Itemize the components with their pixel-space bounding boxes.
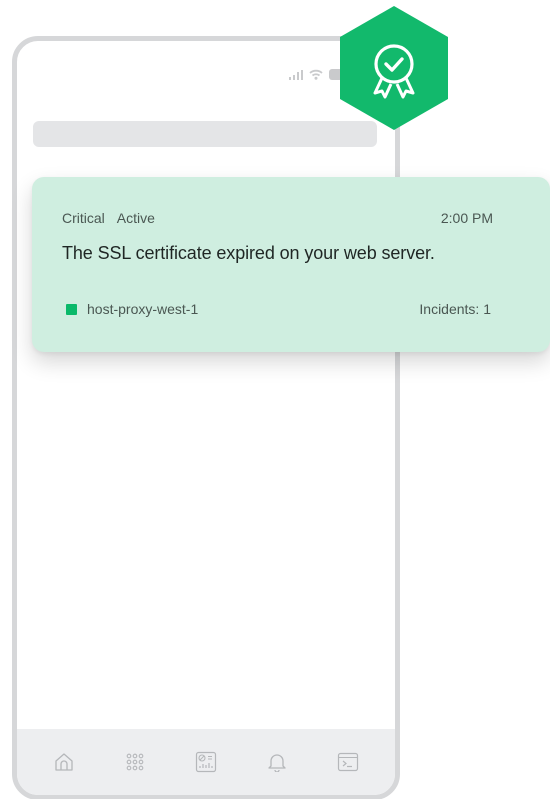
nav-home-button[interactable]: [47, 745, 81, 779]
bell-icon: [267, 752, 287, 772]
dashboard-icon: [195, 751, 217, 773]
phone-frame: [12, 36, 400, 799]
host-link[interactable]: host-proxy-west-1: [66, 301, 198, 317]
terminal-icon: [337, 752, 359, 772]
host-name: host-proxy-west-1: [87, 301, 199, 317]
state-label: Active: [116, 210, 155, 226]
notification-message: The SSL certificate expired on your web …: [62, 243, 435, 263]
signal-icon: [289, 69, 303, 80]
nav-dashboard-button[interactable]: [189, 745, 223, 779]
incidents-count: Incidents: 1: [419, 301, 491, 317]
nav-apps-button[interactable]: [118, 745, 152, 779]
wifi-icon: [309, 69, 323, 80]
host-status-square: [66, 303, 77, 315]
certificate-badge: [338, 6, 450, 130]
home-icon: [54, 752, 74, 772]
search-bar-placeholder[interactable]: [33, 121, 377, 147]
stage: Critical Active 2:00 PM The SSL certific…: [0, 0, 550, 799]
notification-card[interactable]: Critical Active 2:00 PM The SSL certific…: [32, 177, 550, 352]
notification-time: 2:00 PM: [440, 210, 493, 226]
nav-notifications-button[interactable]: [260, 745, 294, 779]
notification-meta: Critical Active: [62, 210, 155, 226]
apps-grid-icon: [125, 752, 145, 772]
bottom-nav: [17, 729, 395, 795]
severity-label: Critical: [62, 210, 105, 226]
nav-terminal-button[interactable]: [331, 745, 365, 779]
